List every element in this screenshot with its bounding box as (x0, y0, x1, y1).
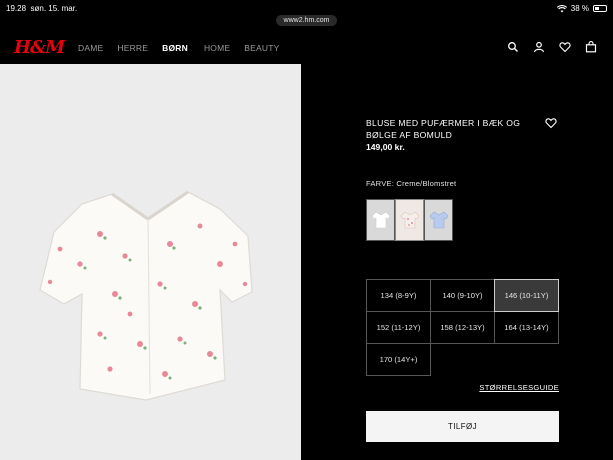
site-header: H&M DAME HERRE BØRN HOME BEAUTY (0, 30, 613, 64)
swatch-creme-image (400, 211, 420, 229)
product-price: 149,00 kr. (366, 142, 405, 152)
bag-icon[interactable] (585, 41, 597, 53)
product-title: BLUSE MED PUFÆRMER I BÆK OG BØLGE AF BOM… (366, 118, 521, 140)
swatch-light-blue[interactable] (424, 199, 453, 241)
nav-beauty[interactable]: BEAUTY (244, 43, 279, 53)
swatch-white[interactable] (366, 199, 395, 241)
size-grid: 134 (8-9Y) 140 (9-10Y) 146 (10-11Y) 152 … (366, 279, 559, 376)
status-time-date: 19.28 søn. 15. mar. (6, 4, 77, 13)
blouse-image (39, 190, 253, 401)
size-option[interactable]: 158 (12-13Y) (430, 311, 495, 344)
url-text: www2.hm.com (283, 17, 330, 24)
size-option[interactable]: 140 (9-10Y) (430, 279, 495, 312)
color-swatches (366, 199, 453, 241)
wifi-icon (556, 4, 567, 12)
nav-dame[interactable]: DAME (78, 43, 103, 53)
size-option[interactable]: 152 (11-12Y) (366, 311, 431, 344)
color-label: FARVE: Creme/Blomstret (366, 179, 457, 188)
size-option[interactable]: 164 (13-14Y) (494, 311, 559, 344)
main-nav: DAME HERRE BØRN HOME BEAUTY (78, 43, 279, 53)
size-option-selected[interactable]: 146 (10-11Y) (494, 279, 559, 312)
status-date: søn. 15. mar. (30, 4, 78, 13)
nav-home[interactable]: HOME (204, 43, 230, 53)
status-right: 38 % (556, 4, 607, 13)
address-bar[interactable]: www2.hm.com (275, 15, 338, 26)
size-option[interactable]: 134 (8-9Y) (366, 279, 431, 312)
search-icon[interactable] (507, 41, 519, 53)
swatch-blue-image (429, 211, 449, 229)
status-time: 19.28 (6, 4, 27, 13)
header-icons (507, 41, 597, 53)
size-guide-link[interactable]: STØRRELSESGUIDE (479, 383, 559, 392)
wishlist-heart-icon[interactable] (545, 117, 557, 129)
nav-born[interactable]: BØRN (162, 43, 188, 53)
heart-icon[interactable] (559, 41, 571, 53)
hm-logo[interactable]: H&M (14, 37, 65, 58)
account-icon[interactable] (533, 41, 545, 53)
size-option[interactable]: 170 (14Y+) (366, 343, 431, 376)
battery-percent: 38 % (570, 4, 589, 13)
add-to-bag-button[interactable]: TILFØJ (366, 411, 559, 442)
product-details: BLUSE MED PUFÆRMER I BÆK OG BØLGE AF BOM… (366, 117, 559, 442)
battery-icon (593, 5, 607, 12)
swatch-creme-floral[interactable] (395, 199, 424, 241)
product-image[interactable] (0, 64, 301, 460)
nav-herre[interactable]: HERRE (117, 43, 148, 53)
swatch-white-image (371, 211, 391, 229)
